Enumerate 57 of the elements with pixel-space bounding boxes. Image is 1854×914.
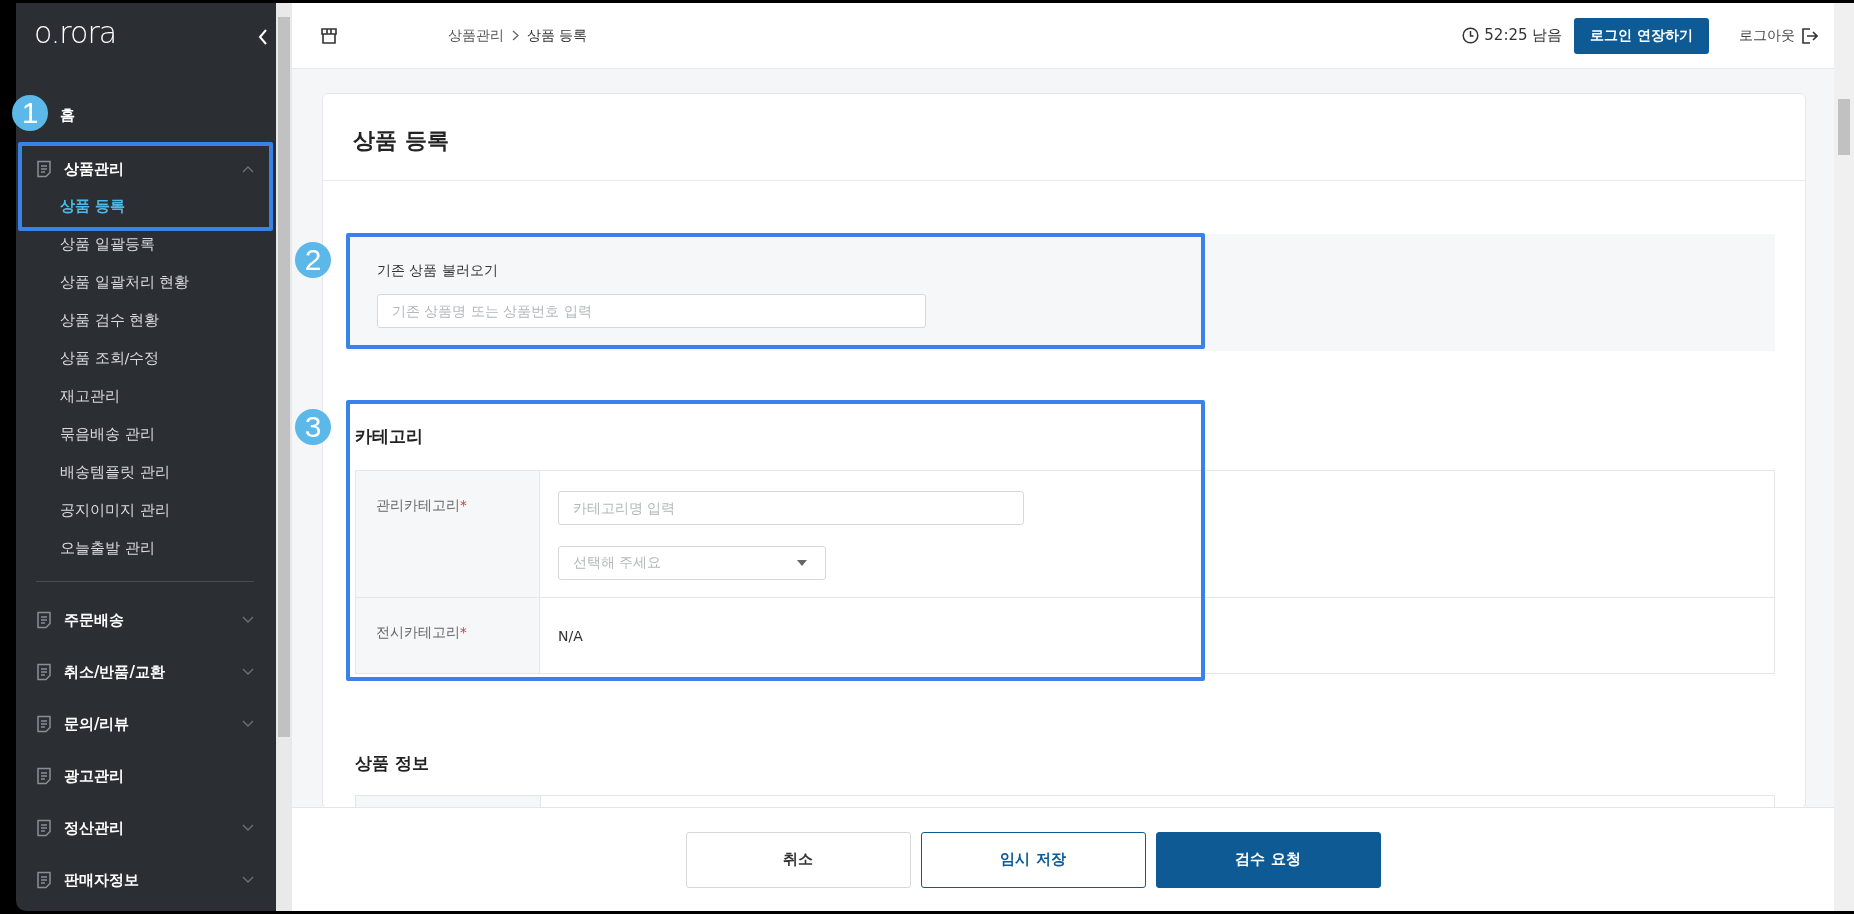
field-label: 전시카테고리 <box>376 624 460 642</box>
nav-subitem[interactable]: 배송템플릿 관리 <box>16 453 170 491</box>
required-asterisk: * <box>460 497 467 513</box>
chevron-down-icon <box>242 668 254 676</box>
chevron-up-icon <box>242 165 254 173</box>
page-title: 상품 등록 <box>353 128 449 153</box>
cancel-button[interactable]: 취소 <box>685 831 911 888</box>
scrollbar[interactable] <box>276 3 292 911</box>
scrollbar[interactable] <box>1834 3 1854 911</box>
logout-link[interactable]: 로그아웃 <box>1739 26 1795 45</box>
nav-subitem[interactable]: 묶음배송 관리 <box>16 415 155 453</box>
session-timer: 52:25 남음 <box>1484 26 1563 45</box>
field-label: 관리카테고리 <box>376 497 460 515</box>
chevron-right-icon <box>512 30 519 41</box>
section-title: 상품 정보 <box>355 752 430 775</box>
nav-item[interactable]: 광고관리 <box>16 750 276 802</box>
document-icon <box>36 160 52 178</box>
field-label: 기존 상품 불러오기 <box>377 262 499 280</box>
logo: o.rora <box>34 15 117 50</box>
nav-group[interactable]: 주문배송 <box>16 594 276 646</box>
nav-subitem[interactable]: 재고관리 <box>16 377 120 415</box>
chevron-down-icon <box>242 824 254 832</box>
chevron-left-icon[interactable] <box>258 29 268 45</box>
nav-group[interactable]: 판매자정보 <box>16 854 276 906</box>
document-icon <box>36 663 52 681</box>
caret-down-icon <box>797 560 807 566</box>
product-search-field[interactable]: 기존 상품명 또는 상품번호 입력 <box>377 294 926 328</box>
nav-group[interactable]: 취소/반품/교환 <box>16 646 276 698</box>
chevron-down-icon <box>242 876 254 884</box>
breadcrumb-link[interactable]: 상품관리 <box>448 26 504 45</box>
document-icon <box>36 715 52 733</box>
nav-subitem[interactable]: 상품 일괄등록 <box>16 225 155 263</box>
submit-button[interactable]: 검수 요청 <box>1155 831 1381 888</box>
document-icon <box>36 767 52 785</box>
store-icon[interactable] <box>320 27 338 44</box>
document-icon <box>36 819 52 837</box>
nav-subitem[interactable]: 상품 일괄처리 현황 <box>16 263 190 301</box>
save-draft-button[interactable]: 임시 저장 <box>920 831 1146 888</box>
category-search-field[interactable]: 카테고리명 입력 <box>558 491 1024 525</box>
nav-group[interactable]: 문의/리뷰 <box>16 698 276 750</box>
nav-subitem[interactable]: 공지이미지 관리 <box>16 491 170 529</box>
nav-subitem[interactable]: 오늘출발 관리 <box>16 529 155 567</box>
section-title: 카테고리 <box>355 425 424 448</box>
clock-icon <box>1462 27 1480 44</box>
chevron-down-icon <box>242 720 254 728</box>
nav-subitem[interactable]: 상품 검수 현황 <box>16 301 160 339</box>
logout-icon[interactable] <box>1801 27 1818 44</box>
required-asterisk: * <box>460 624 467 640</box>
document-icon <box>36 611 52 629</box>
nav-subitem[interactable]: 상품 조회/수정 <box>16 339 160 377</box>
chevron-down-icon <box>242 616 254 624</box>
nav-group[interactable]: 정산관리 <box>16 802 276 854</box>
extend-login-button[interactable]: 로그인 연장하기 <box>1574 17 1709 54</box>
document-icon <box>36 871 52 889</box>
nav-item[interactable]: 홈 <box>60 103 276 127</box>
field-value: N/A <box>558 627 583 646</box>
breadcrumb-current: 상품 등록 <box>527 26 588 45</box>
